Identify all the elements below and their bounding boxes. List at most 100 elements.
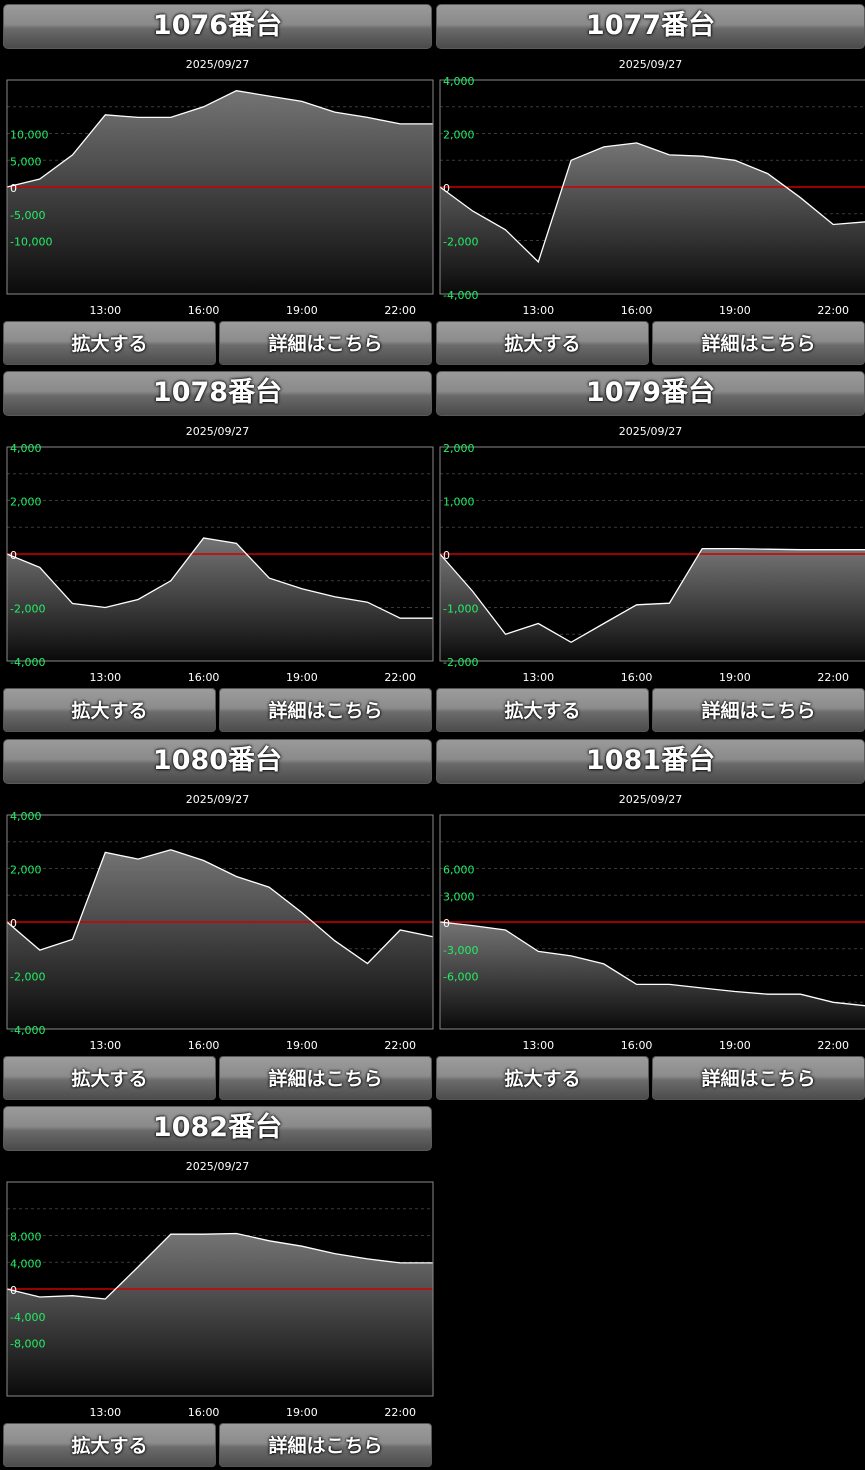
y-tick-label: -8,000 (10, 1338, 45, 1351)
y-tick-label: 2,000 (10, 496, 42, 509)
y-tick-label: -2,000 (443, 236, 478, 249)
machine-card: 1081番台 2025/09/27 -6,000 -3,000 0 3,000 6,000 1… (436, 739, 865, 1103)
slump-chart[interactable]: -4,000 -2,000 0 2,000 4,000 13:00 16:00 19:00 22… (3, 441, 434, 689)
y-tick-label: 3,000 (443, 890, 475, 903)
y-tick-label: 0 (10, 182, 17, 195)
slump-chart[interactable]: -10,000 -5,000 0 5,000 10,000 13:00 16:00 19:00… (3, 74, 434, 322)
zoom-button[interactable]: 拡大する (3, 321, 216, 365)
x-tick-label: 16:00 (188, 1406, 220, 1419)
detail-button[interactable]: 詳細はこちら (652, 321, 865, 365)
y-tick-label: 1,000 (443, 496, 475, 509)
machine-title[interactable]: 1080番台 (3, 739, 432, 784)
y-tick-label: -2,000 (443, 656, 478, 669)
chart-date: 2025/09/27 (618, 58, 683, 71)
machine-title[interactable]: 1079番台 (436, 371, 865, 416)
x-tick-label: 22:00 (384, 671, 416, 684)
x-tick-label: 13:00 (522, 671, 554, 684)
machine-card: 1076番台 2025/09/27 -10,000 -5,000 0 5,000 10,00… (3, 4, 434, 368)
x-tick-label: 13:00 (522, 1039, 554, 1052)
x-tick-label: 22:00 (817, 1039, 849, 1052)
y-tick-label: 8,000 (10, 1231, 42, 1244)
x-tick-label: 19:00 (286, 671, 318, 684)
x-tick-label: 22:00 (817, 671, 849, 684)
x-tick-label: 19:00 (286, 1039, 318, 1052)
y-tick-label: 4,000 (10, 810, 42, 823)
y-tick-label: -6,000 (443, 971, 478, 984)
machine-card: 1078番台 2025/09/27 -4,000 -2,000 0 2,000 4,000 1… (3, 371, 434, 735)
y-tick-label: -2,000 (10, 971, 45, 984)
slump-chart[interactable]: -4,000 -2,000 0 2,000 4,000 13:00 16:00 19:00 22… (3, 809, 434, 1057)
y-tick-label: 4,000 (10, 1257, 42, 1270)
machine-title[interactable]: 1082番台 (3, 1106, 432, 1151)
chart-date: 2025/09/27 (185, 1160, 250, 1173)
x-tick-label: 16:00 (188, 671, 220, 684)
y-tick-label: 6,000 (443, 864, 475, 877)
y-tick-label: -5,000 (10, 209, 45, 222)
x-tick-label: 16:00 (621, 304, 653, 317)
x-tick-label: 19:00 (719, 304, 751, 317)
detail-button[interactable]: 詳細はこちら (652, 1056, 865, 1100)
x-tick-label: 19:00 (719, 1039, 751, 1052)
x-tick-label: 13:00 (89, 671, 121, 684)
y-tick-label: 5,000 (10, 155, 42, 168)
y-tick-label: -4,000 (443, 289, 478, 302)
y-tick-label: -4,000 (10, 656, 45, 669)
machine-graph-grid: 1076番台 2025/09/27 -10,000 -5,000 0 5,000 10,00… (0, 0, 865, 1470)
y-tick-label: 2,000 (443, 442, 475, 455)
zoom-button[interactable]: 拡大する (3, 1423, 216, 1467)
machine-card: 1077番台 2025/09/27 -4,000 -2,000 0 2,000 4,000 1… (436, 4, 865, 368)
y-tick-label: 0 (443, 917, 450, 930)
machine-title[interactable]: 1076番台 (3, 4, 432, 49)
detail-button[interactable]: 詳細はこちら (219, 321, 432, 365)
y-tick-label: 0 (443, 549, 450, 562)
x-tick-label: 13:00 (89, 304, 121, 317)
machine-title[interactable]: 1081番台 (436, 739, 865, 784)
zoom-button[interactable]: 拡大する (436, 688, 649, 732)
y-tick-label: -3,000 (443, 944, 478, 957)
y-tick-label: 10,000 (10, 129, 49, 142)
machine-card: 1082番台 2025/09/27 -8,000 -4,000 0 4,000 8,000 1… (3, 1106, 434, 1470)
zoom-button[interactable]: 拡大する (3, 1056, 216, 1100)
x-tick-label: 16:00 (621, 671, 653, 684)
zoom-button[interactable]: 拡大する (436, 1056, 649, 1100)
y-tick-label: 0 (10, 1284, 17, 1297)
machine-title[interactable]: 1078番台 (3, 371, 432, 416)
zoom-button[interactable]: 拡大する (3, 688, 216, 732)
chart-date: 2025/09/27 (185, 793, 250, 806)
x-tick-label: 19:00 (719, 671, 751, 684)
y-tick-label: -2,000 (10, 603, 45, 616)
x-tick-label: 22:00 (384, 1406, 416, 1419)
y-tick-label: 4,000 (10, 442, 42, 455)
x-tick-label: 16:00 (188, 1039, 220, 1052)
y-tick-label: -1,000 (443, 603, 478, 616)
detail-button[interactable]: 詳細はこちら (219, 1423, 432, 1467)
machine-card: 1079番台 2025/09/27 -2,000 -1,000 0 1,000 2,000 1… (436, 371, 865, 735)
slump-chart[interactable]: -2,000 -1,000 0 1,000 2,000 13:00 16:00 19:00 22… (436, 441, 865, 689)
y-tick-label: 4,000 (443, 75, 475, 88)
machine-title[interactable]: 1077番台 (436, 4, 865, 49)
y-tick-label: 0 (10, 549, 17, 562)
y-tick-label: -10,000 (10, 236, 52, 249)
x-tick-label: 19:00 (286, 1406, 318, 1419)
chart-date: 2025/09/27 (185, 58, 250, 71)
x-tick-label: 16:00 (188, 304, 220, 317)
slump-chart[interactable]: -4,000 -2,000 0 2,000 4,000 13:00 16:00 19:00 22… (436, 74, 865, 322)
x-tick-label: 13:00 (522, 304, 554, 317)
x-tick-label: 22:00 (817, 304, 849, 317)
y-tick-label: 0 (443, 182, 450, 195)
zoom-button[interactable]: 拡大する (436, 321, 649, 365)
detail-button[interactable]: 詳細はこちら (219, 688, 432, 732)
y-tick-label: 2,000 (443, 129, 475, 142)
chart-date: 2025/09/27 (185, 425, 250, 438)
y-tick-label: 2,000 (10, 864, 42, 877)
x-tick-label: 13:00 (89, 1039, 121, 1052)
detail-button[interactable]: 詳細はこちら (652, 688, 865, 732)
x-tick-label: 19:00 (286, 304, 318, 317)
slump-chart[interactable]: -6,000 -3,000 0 3,000 6,000 13:00 16:00 19:00 22… (436, 809, 865, 1057)
detail-button[interactable]: 詳細はこちら (219, 1056, 432, 1100)
x-tick-label: 16:00 (621, 1039, 653, 1052)
x-tick-label: 22:00 (384, 1039, 416, 1052)
y-tick-label: -4,000 (10, 1024, 45, 1037)
slump-chart[interactable]: -8,000 -4,000 0 4,000 8,000 13:00 16:00 19:00 22… (3, 1176, 434, 1424)
machine-card: 1080番台 2025/09/27 -4,000 -2,000 0 2,000 4,000 1… (3, 739, 434, 1103)
